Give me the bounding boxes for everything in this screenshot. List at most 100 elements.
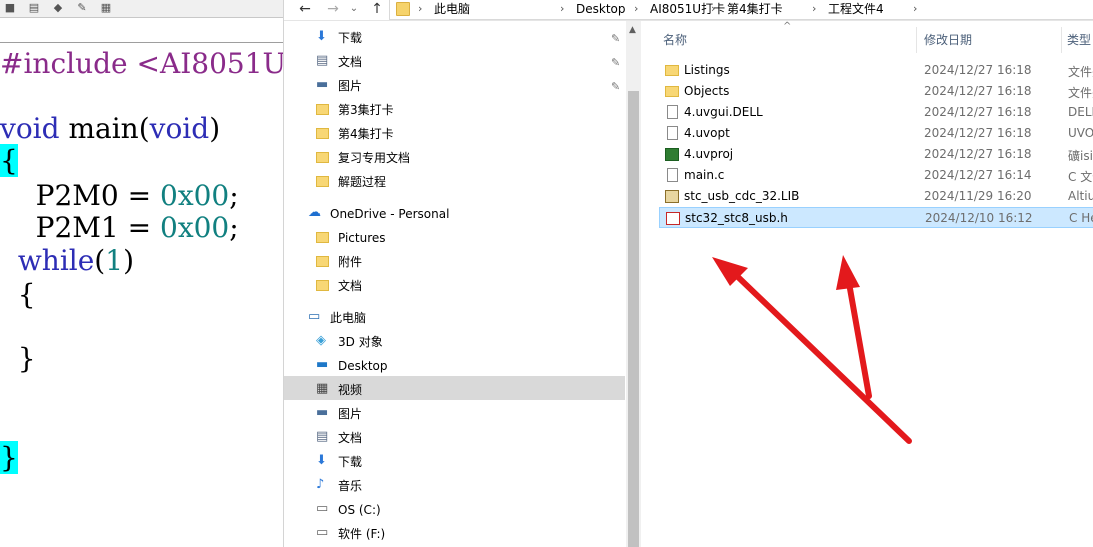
breadcrumb-chevron-icon[interactable]: ›	[812, 1, 816, 17]
header-file-icon	[666, 212, 680, 225]
code-line: void main(void)	[0, 113, 220, 145]
file-row[interactable]: 4.uvopt 2024/12/27 16:18 UVO	[659, 123, 1093, 144]
nav-item-label: Pictures	[338, 231, 386, 245]
column-divider[interactable]	[1061, 27, 1062, 53]
file-name: stc_usb_cdc_32.LIB	[684, 189, 800, 203]
nav-item-label: 文档	[338, 431, 363, 445]
nav-item[interactable]: ◈ 3D 对象	[316, 330, 616, 354]
nav-item-label: 下载	[338, 31, 363, 45]
pin-icon[interactable]: ✎	[611, 80, 620, 93]
nav-item[interactable]: ▭ 此电脑	[308, 306, 608, 330]
video-icon: ▦	[316, 381, 329, 396]
manage-project-icon[interactable]: ▦	[99, 1, 113, 15]
file-row[interactable]: Objects 2024/12/27 16:18 文件夹	[659, 81, 1093, 102]
file-row[interactable]: stc32_stc8_usb.h 2024/12/10 16:12 C He	[659, 207, 1093, 228]
breadcrumb-chevron-icon[interactable]: ›	[634, 1, 638, 17]
3d-objects-icon: ◈	[316, 333, 326, 348]
nav-item[interactable]: ▬ 图片	[316, 402, 616, 426]
nav-item[interactable]: ▤ 文档	[316, 50, 616, 74]
nav-item[interactable]: 第3集打卡	[316, 98, 616, 122]
nav-item[interactable]: ⬇ 下载	[316, 26, 616, 50]
nav-item[interactable]: 解题过程	[316, 170, 616, 194]
column-header-name[interactable]: 名称	[663, 31, 687, 48]
code-line: {	[0, 279, 36, 311]
nav-item[interactable]: ▭ OS (C:)	[316, 498, 616, 522]
breadcrumb-item[interactable]: Desktop	[576, 1, 626, 17]
file-type: 礦isio	[1068, 149, 1093, 163]
nav-item[interactable]: 附件	[316, 250, 616, 274]
folder-icon	[316, 128, 329, 139]
document-icon: ▤	[316, 429, 329, 444]
computer-icon: ▭	[308, 309, 321, 324]
file-list-pane: ^ 名称 修改日期 类型 Listings 2024/12/27 16:18 文件夹…	[641, 21, 1093, 547]
file-row[interactable]: main.c 2024/12/27 16:14 C 文件	[659, 165, 1093, 186]
nav-item[interactable]: ▦ 视频	[316, 378, 616, 402]
rebuild-icon[interactable]: ▤	[27, 1, 41, 15]
nav-item[interactable]: ▬ 图片	[316, 74, 616, 98]
pin-icon[interactable]: ✎	[611, 56, 620, 69]
column-header-date[interactable]: 修改日期	[924, 31, 972, 48]
nav-scrollbar-thumb[interactable]	[628, 91, 639, 547]
nav-item[interactable]: 复习专用文档	[316, 146, 616, 170]
file-type: C 文件	[1068, 170, 1093, 184]
breadcrumb-chevron-icon[interactable]: ›	[418, 1, 422, 17]
pin-icon[interactable]: ✎	[611, 32, 620, 45]
breadcrumb-item[interactable]: 工程文件4	[828, 1, 884, 17]
breadcrumb-chevron-icon[interactable]: ›	[560, 1, 564, 17]
nav-item-label: 解题过程	[338, 175, 387, 189]
breadcrumb-chevron-icon[interactable]: ›	[913, 1, 917, 17]
code-token: while	[17, 244, 95, 277]
breadcrumb-item[interactable]: 第4集打卡	[727, 1, 783, 17]
nav-item[interactable]: Pictures	[316, 226, 616, 250]
sort-ascending-icon: ^	[783, 21, 792, 32]
nav-item-label: 音乐	[338, 479, 363, 493]
code-line: }	[0, 343, 36, 375]
nav-item[interactable]: ⬇ 下载	[316, 450, 616, 474]
file-type: 文件夹	[1068, 65, 1093, 79]
nav-item[interactable]: ▭ 软件 (F:)	[316, 522, 616, 546]
nav-item[interactable]: ☁ OneDrive - Personal	[308, 202, 608, 226]
code-token: (	[94, 244, 106, 277]
file-row[interactable]: stc_usb_cdc_32.LIB 2024/11/29 16:20 Altiu	[659, 186, 1093, 207]
nav-item-label: 第4集打卡	[338, 127, 394, 141]
file-row[interactable]: 4.uvgui.DELL 2024/12/27 16:18 DELL	[659, 102, 1093, 123]
nav-item[interactable]: ▬ Desktop	[316, 354, 616, 378]
breadcrumb-item[interactable]: 此电脑	[434, 1, 470, 17]
file-row[interactable]: Listings 2024/12/27 16:18 文件夹	[659, 60, 1093, 81]
recent-locations-chevron-icon[interactable]: ⌄	[348, 0, 360, 20]
folder-icon	[665, 86, 679, 97]
code-token: {	[0, 278, 36, 311]
up-arrow-icon[interactable]: ↑	[368, 0, 386, 20]
document-icon: ▤	[316, 53, 329, 68]
code-token: ;	[229, 179, 239, 212]
column-divider[interactable]	[916, 27, 917, 53]
file-name: 4.uvproj	[684, 147, 734, 161]
code-line: P2M0 = 0x00;	[0, 180, 239, 212]
code-editor[interactable]: ■ ▤ ◆ ✎ ▦ #include <AI8051U. void main(vo…	[0, 0, 283, 547]
folder-icon	[396, 2, 410, 16]
nav-item[interactable]: ▤ 文档	[316, 426, 616, 450]
scroll-up-icon[interactable]: ▲	[629, 25, 636, 35]
nav-scrollbar[interactable]: ▲	[626, 21, 641, 547]
code-token: }	[0, 342, 36, 375]
download-target-icon[interactable]: ✎	[75, 1, 89, 15]
address-box[interactable]: › 此电脑 › Desktop › AI8051U打卡 › 第4集打卡 › 工程文件4 ›	[389, 0, 1093, 20]
file-icon	[667, 126, 678, 140]
picture-icon: ▬	[316, 77, 329, 92]
nav-item[interactable]: 文档	[316, 274, 616, 298]
file-date: 2024/12/27 16:18	[924, 84, 1032, 98]
nav-item[interactable]: ♪ 音乐	[316, 474, 616, 498]
target-options-icon[interactable]: ◆	[51, 1, 65, 15]
nav-item-label: 下载	[338, 455, 363, 469]
nav-item-label: 附件	[338, 255, 363, 269]
forward-arrow-icon[interactable]: →	[324, 0, 342, 20]
nav-item-label: 图片	[338, 407, 363, 421]
code-token: void	[0, 112, 60, 145]
keil-project-icon	[665, 148, 679, 161]
file-row[interactable]: 4.uvproj 2024/12/27 16:18 礦isio	[659, 144, 1093, 165]
column-header-type[interactable]: 类型	[1067, 31, 1091, 48]
build-icon[interactable]: ■	[3, 1, 17, 15]
nav-item[interactable]: 第4集打卡	[316, 122, 616, 146]
breadcrumb-chevron-icon[interactable]: ›	[711, 1, 715, 17]
back-arrow-icon[interactable]: ←	[296, 0, 314, 20]
